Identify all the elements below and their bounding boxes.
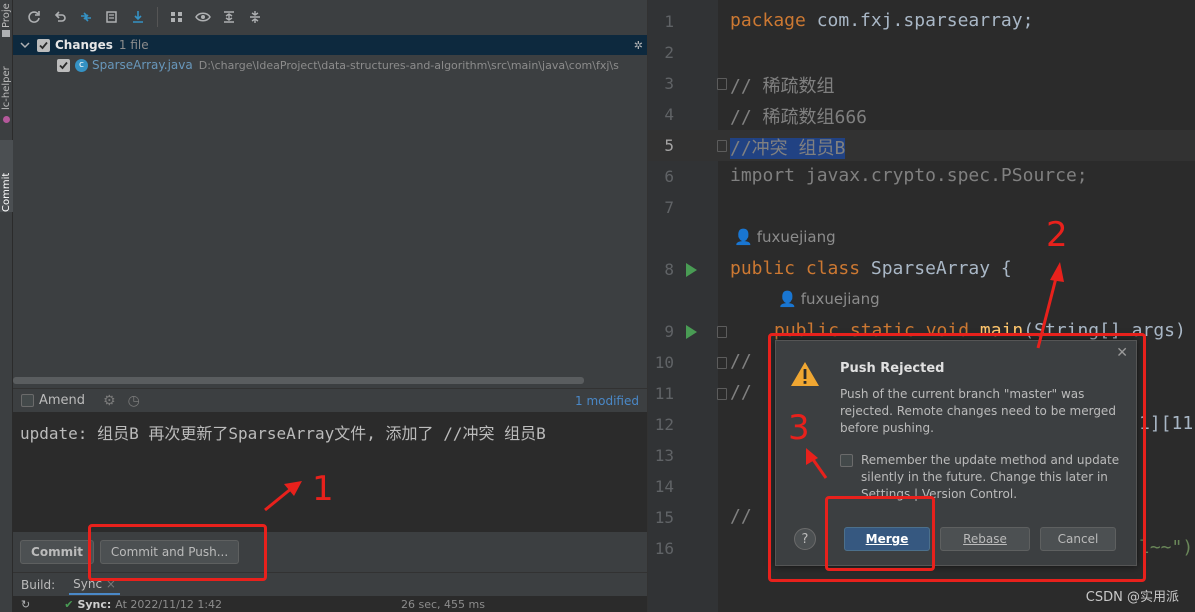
collapse-all-icon[interactable] (242, 4, 268, 30)
eye-icon[interactable] (190, 4, 216, 30)
line-number: 7 (664, 198, 674, 217)
changes-tree: Changes 1 file ✲ c SparseArray.java D:\c… (13, 34, 647, 374)
code-keyword: import (730, 165, 796, 186)
code-text: SparseArray { (860, 258, 1012, 279)
run-icon[interactable] (686, 325, 697, 339)
amend-checkbox[interactable] (21, 394, 34, 407)
changes-node[interactable]: Changes 1 file ✲ (13, 35, 647, 55)
tool-tab-commit[interactable]: Commit (0, 140, 13, 212)
fold-icon[interactable] (717, 140, 727, 152)
amend-label[interactable]: Amend (39, 393, 85, 408)
code-keyword: public class (730, 258, 861, 279)
changes-checkbox[interactable] (37, 38, 50, 52)
code-keyword: package (730, 10, 806, 31)
rerun-icon[interactable]: ↻ (21, 598, 30, 611)
file-checkbox[interactable] (57, 58, 70, 72)
line-number: 10 (654, 353, 674, 372)
sync-time: At 2022/11/12 1:42 (115, 597, 223, 611)
chevron-down-icon[interactable] (13, 41, 37, 49)
watermark: CSDN @实用派 (1085, 590, 1179, 605)
fold-icon[interactable] (717, 78, 727, 90)
group-by-icon[interactable] (164, 4, 190, 30)
line-number: 3 (664, 74, 674, 93)
rollback-icon[interactable] (47, 4, 73, 30)
code-line-11: // (730, 382, 752, 403)
line-number: 9 (664, 322, 674, 341)
file-row[interactable]: c SparseArray.java D:\charge\IdeaProject… (13, 55, 647, 75)
annotation-number-2: 2 (1046, 215, 1068, 255)
gear-icon[interactable]: ⚙ (103, 393, 116, 409)
user-icon: 👤 (778, 290, 797, 308)
code-line-6: import javax.crypto.spec.PSource; (730, 165, 1088, 186)
author-name: fuxuejiang (800, 290, 880, 308)
author-hint[interactable]: 👤 fuxuejiang (734, 228, 836, 246)
line-number: 1 (664, 12, 674, 31)
refresh-icon[interactable] (21, 4, 47, 30)
user-icon: 👤 (734, 228, 753, 246)
toolbar-separator (157, 7, 158, 27)
lc-helper-icon (3, 116, 10, 123)
check-icon: ✔ (64, 597, 74, 611)
line-number: 13 (654, 446, 674, 465)
download-icon[interactable] (125, 4, 151, 30)
code-text: javax.crypto.spec.PSource; (795, 165, 1088, 186)
changes-count: 1 file (118, 38, 149, 52)
folder-icon (2, 30, 10, 37)
line-number: 15 (654, 508, 674, 527)
sync-duration: 26 sec, 455 ms (401, 597, 485, 611)
file-name: SparseArray.java (92, 58, 193, 72)
modified-count-link[interactable]: 1 modified (575, 394, 639, 408)
code-line-16-tail: l~~") (1139, 537, 1194, 558)
selected-text: //冲突 组员B (730, 138, 846, 159)
fold-icon[interactable] (717, 357, 727, 369)
line-number: 5 (664, 136, 674, 155)
code-line-4: // 稀疏数组666 (730, 107, 868, 128)
run-icon[interactable] (686, 263, 697, 277)
fold-icon[interactable] (717, 388, 727, 400)
code-line-12-tail: 1][11] (1139, 413, 1195, 434)
line-number: 12 (654, 415, 674, 434)
fold-icon[interactable] (717, 326, 727, 338)
code-line-15: // (730, 506, 752, 527)
author-hint[interactable]: 👤 fuxuejiang (778, 290, 880, 308)
code-line-3: // 稀疏数组 (730, 76, 835, 97)
code-line-10: // (730, 351, 752, 372)
commit-message-text: update: 组员B 再次更新了SparseArray文件, 添加了 //冲突… (20, 424, 546, 443)
diff-icon[interactable] (73, 4, 99, 30)
line-number: 6 (664, 167, 674, 186)
changes-label: Changes (55, 38, 113, 52)
java-class-icon: c (75, 58, 88, 72)
author-name: fuxuejiang (756, 228, 836, 246)
annotation-box-merge (825, 496, 935, 571)
shelve-icon[interactable] (99, 4, 125, 30)
code-line-8: public class SparseArray { (730, 258, 1012, 279)
tool-window-strip: Proje lc-helper Commit (0, 0, 13, 612)
line-number: 14 (654, 477, 674, 496)
line-number: 4 (664, 105, 674, 124)
annotation-number-3: 3 (788, 408, 810, 448)
commit-button[interactable]: Commit (20, 540, 94, 564)
clock-icon[interactable]: ◷ (128, 393, 140, 409)
line-number: 16 (654, 539, 674, 558)
annotation-box-commit-push (88, 524, 267, 581)
commit-toolbar (13, 0, 647, 34)
sync-label: Sync: (77, 597, 112, 611)
build-label: Build: (21, 577, 56, 592)
file-path: D:\charge\IdeaProject\data-structures-an… (198, 58, 619, 72)
code-line-5: //冲突 组员B (730, 134, 846, 160)
build-sync-row: ↻ ✔ Sync: At 2022/11/12 1:42 26 sec, 455… (13, 596, 647, 612)
tool-tab-project[interactable]: Proje (0, 0, 13, 28)
code-text: com.fxj.sparsearray; (805, 10, 1034, 31)
code-line-1: package com.fxj.sparsearray; (730, 10, 1033, 31)
loading-icon: ✲ (633, 38, 643, 52)
line-number: 11 (654, 384, 674, 403)
expand-all-icon[interactable] (216, 4, 242, 30)
horizontal-scrollbar[interactable] (13, 377, 584, 384)
annotation-number-1: 1 (312, 469, 334, 509)
line-number: 8 (664, 260, 674, 279)
line-number: 2 (664, 43, 674, 62)
tool-tab-lc-helper[interactable]: lc-helper (0, 58, 13, 110)
amend-bar: Amend ⚙ ◷ 1 modified (13, 388, 647, 412)
